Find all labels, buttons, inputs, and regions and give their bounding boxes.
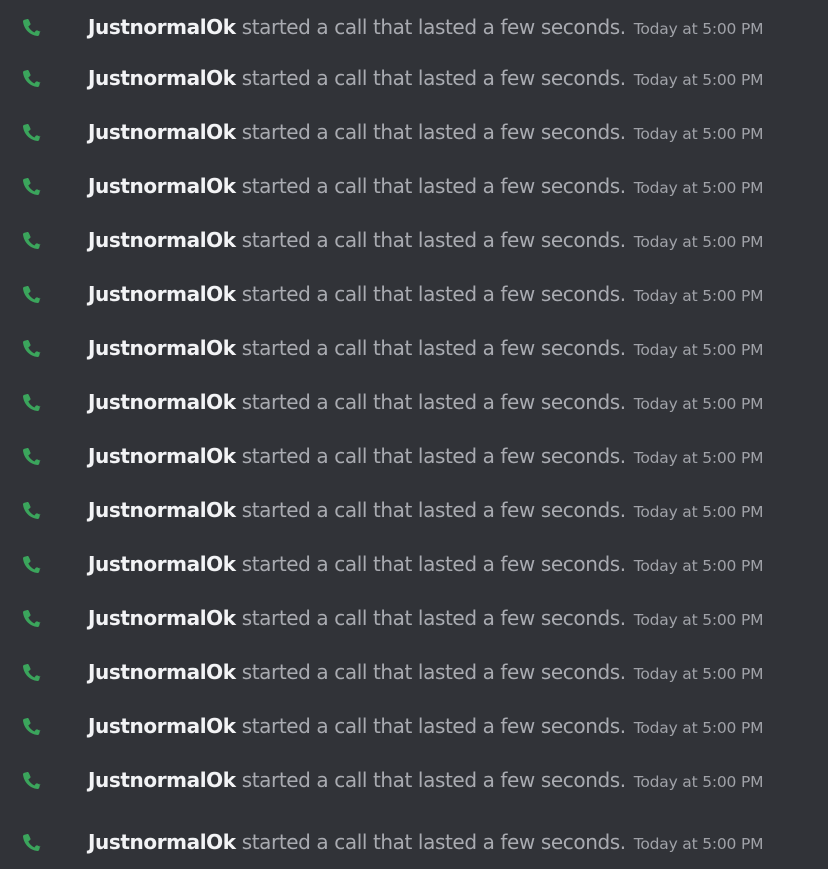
call-message-line: JustnormalOk started a call that lasted … xyxy=(88,336,763,360)
phone-icon xyxy=(18,172,46,200)
message-timestamp[interactable]: Today at 5:00 PM xyxy=(634,557,764,575)
message-timestamp[interactable]: Today at 5:00 PM xyxy=(634,20,764,38)
message-timestamp[interactable]: Today at 5:00 PM xyxy=(634,341,764,359)
call-message-line: JustnormalOk started a call that lasted … xyxy=(88,390,763,414)
phone-icon xyxy=(18,388,46,416)
call-message-line: JustnormalOk started a call that lasted … xyxy=(88,120,763,144)
message-timestamp[interactable]: Today at 5:00 PM xyxy=(634,125,764,143)
call-message: JustnormalOk started a call that lasted … xyxy=(0,591,828,645)
call-message-line: JustnormalOk started a call that lasted … xyxy=(88,714,763,738)
call-message-line: JustnormalOk started a call that lasted … xyxy=(88,444,763,468)
call-message-text: started a call that lasted a few seconds… xyxy=(241,660,626,684)
call-message-text: started a call that lasted a few seconds… xyxy=(241,444,626,468)
call-message-text: started a call that lasted a few seconds… xyxy=(241,714,626,738)
call-message-text: started a call that lasted a few seconds… xyxy=(241,552,626,576)
author-name[interactable]: JustnormalOk xyxy=(88,66,236,90)
call-message-line: JustnormalOk started a call that lasted … xyxy=(88,768,763,792)
phone-icon xyxy=(18,658,46,686)
message-timestamp[interactable]: Today at 5:00 PM xyxy=(634,503,764,521)
call-message: JustnormalOk started a call that lasted … xyxy=(0,0,828,54)
call-message-text: started a call that lasted a few seconds… xyxy=(241,390,626,414)
call-message: JustnormalOk started a call that lasted … xyxy=(0,321,828,375)
message-timestamp[interactable]: Today at 5:00 PM xyxy=(634,773,764,791)
author-name[interactable]: JustnormalOk xyxy=(88,174,236,198)
call-message-line: JustnormalOk started a call that lasted … xyxy=(88,830,763,854)
message-timestamp[interactable]: Today at 5:00 PM xyxy=(634,287,764,305)
author-name[interactable]: JustnormalOk xyxy=(88,15,236,39)
call-message-text: started a call that lasted a few seconds… xyxy=(241,336,626,360)
call-message-line: JustnormalOk started a call that lasted … xyxy=(88,282,763,306)
phone-icon xyxy=(18,550,46,578)
message-timestamp[interactable]: Today at 5:00 PM xyxy=(634,449,764,467)
call-message-text: started a call that lasted a few seconds… xyxy=(241,120,626,144)
call-message: JustnormalOk started a call that lasted … xyxy=(0,429,828,483)
call-message-line: JustnormalOk started a call that lasted … xyxy=(88,174,763,198)
call-message-line: JustnormalOk started a call that lasted … xyxy=(88,228,763,252)
call-message: JustnormalOk started a call that lasted … xyxy=(0,105,828,159)
message-timestamp[interactable]: Today at 5:00 PM xyxy=(634,835,764,853)
message-timestamp[interactable]: Today at 5:00 PM xyxy=(634,71,764,89)
call-message-line: JustnormalOk started a call that lasted … xyxy=(88,498,763,522)
message-timestamp[interactable]: Today at 5:00 PM xyxy=(634,611,764,629)
phone-icon xyxy=(18,13,46,41)
phone-icon xyxy=(18,442,46,470)
author-name[interactable]: JustnormalOk xyxy=(88,660,236,684)
call-message-text: started a call that lasted a few seconds… xyxy=(241,768,626,792)
phone-icon xyxy=(18,604,46,632)
phone-icon xyxy=(18,334,46,362)
call-message-text: started a call that lasted a few seconds… xyxy=(241,66,626,90)
call-message-text: started a call that lasted a few seconds… xyxy=(241,15,626,39)
author-name[interactable]: JustnormalOk xyxy=(88,714,236,738)
author-name[interactable]: JustnormalOk xyxy=(88,228,236,252)
author-name[interactable]: JustnormalOk xyxy=(88,606,236,630)
author-name[interactable]: JustnormalOk xyxy=(88,120,236,144)
author-name[interactable]: JustnormalOk xyxy=(88,830,236,854)
phone-icon xyxy=(18,280,46,308)
author-name[interactable]: JustnormalOk xyxy=(88,444,236,468)
call-message-line: JustnormalOk started a call that lasted … xyxy=(88,606,763,630)
phone-icon xyxy=(18,64,46,92)
author-name[interactable]: JustnormalOk xyxy=(88,282,236,306)
author-name[interactable]: JustnormalOk xyxy=(88,498,236,522)
call-message-text: started a call that lasted a few seconds… xyxy=(241,830,626,854)
call-message: JustnormalOk started a call that lasted … xyxy=(0,51,828,105)
call-message-line: JustnormalOk started a call that lasted … xyxy=(88,66,763,90)
call-message-line: JustnormalOk started a call that lasted … xyxy=(88,15,763,39)
call-message: JustnormalOk started a call that lasted … xyxy=(0,753,828,807)
author-name[interactable]: JustnormalOk xyxy=(88,552,236,576)
call-message-line: JustnormalOk started a call that lasted … xyxy=(88,552,763,576)
call-message-text: started a call that lasted a few seconds… xyxy=(241,498,626,522)
message-timestamp[interactable]: Today at 5:00 PM xyxy=(634,233,764,251)
call-message: JustnormalOk started a call that lasted … xyxy=(0,375,828,429)
call-message: JustnormalOk started a call that lasted … xyxy=(0,267,828,321)
call-message: JustnormalOk started a call that lasted … xyxy=(0,645,828,699)
phone-icon xyxy=(18,712,46,740)
phone-icon xyxy=(18,496,46,524)
author-name[interactable]: JustnormalOk xyxy=(88,390,236,414)
call-message: JustnormalOk started a call that lasted … xyxy=(0,213,828,267)
call-message: JustnormalOk started a call that lasted … xyxy=(0,159,828,213)
phone-icon xyxy=(18,226,46,254)
phone-icon xyxy=(18,828,46,856)
call-log: JustnormalOk started a call that lasted … xyxy=(0,0,828,866)
phone-icon xyxy=(18,766,46,794)
call-message-text: started a call that lasted a few seconds… xyxy=(241,228,626,252)
call-message: JustnormalOk started a call that lasted … xyxy=(0,699,828,753)
call-message: JustnormalOk started a call that lasted … xyxy=(0,815,828,869)
call-message-text: started a call that lasted a few seconds… xyxy=(241,606,626,630)
message-timestamp[interactable]: Today at 5:00 PM xyxy=(634,719,764,737)
call-message-text: started a call that lasted a few seconds… xyxy=(241,174,626,198)
message-timestamp[interactable]: Today at 5:00 PM xyxy=(634,395,764,413)
message-timestamp[interactable]: Today at 5:00 PM xyxy=(634,179,764,197)
call-message-line: JustnormalOk started a call that lasted … xyxy=(88,660,763,684)
call-message: JustnormalOk started a call that lasted … xyxy=(0,537,828,591)
phone-icon xyxy=(18,118,46,146)
call-message: JustnormalOk started a call that lasted … xyxy=(0,483,828,537)
message-timestamp[interactable]: Today at 5:00 PM xyxy=(634,665,764,683)
author-name[interactable]: JustnormalOk xyxy=(88,768,236,792)
call-message-text: started a call that lasted a few seconds… xyxy=(241,282,626,306)
author-name[interactable]: JustnormalOk xyxy=(88,336,236,360)
